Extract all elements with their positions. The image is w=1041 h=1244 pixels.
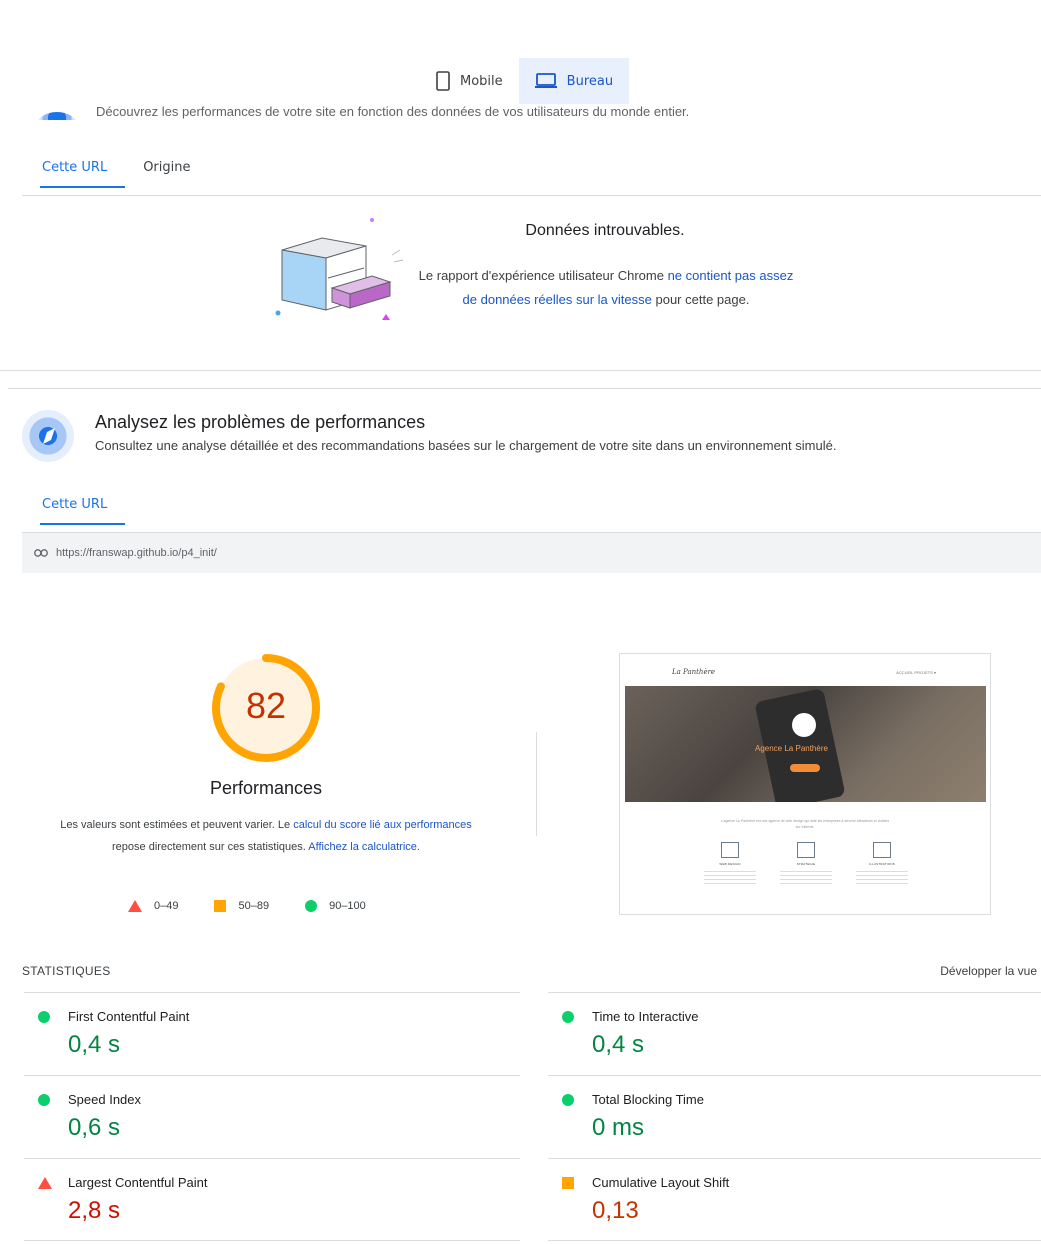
final-screenshot[interactable]: La Panthère ACCUEIL PROJETS ▾ Agence La … <box>619 653 991 915</box>
metric-value: 0,4 s <box>68 1031 121 1058</box>
performance-score: 82 <box>245 685 287 726</box>
triangle-icon <box>128 900 142 912</box>
preview-logo: La Panthère <box>672 668 716 676</box>
metric-value: 0,6 s <box>68 1114 121 1141</box>
metric-value: 0,4 s <box>592 1031 645 1058</box>
divider <box>0 370 1041 371</box>
square-icon <box>214 900 227 912</box>
desktop-label: Bureau <box>566 73 614 89</box>
divider <box>548 1240 1041 1241</box>
metric-name: First Contentful Paint <box>68 1009 190 1024</box>
circle-icon <box>305 900 318 912</box>
illustration-icon <box>873 842 891 858</box>
calculator-link[interactable]: Affichez la calculatrice. <box>308 841 420 853</box>
tested-url[interactable]: https://franswap.github.io/p4_init/ <box>56 547 217 559</box>
performance-description: Les valeurs sont estimées et peuvent var… <box>56 814 476 858</box>
mobile-button[interactable]: Mobile <box>420 58 519 104</box>
preview-column-text <box>780 871 832 885</box>
empty-drawer-illustration <box>275 218 404 320</box>
preview-column-title: STRATEGIE <box>796 862 816 866</box>
preview-menu: ACCUEIL PROJETS ▾ <box>896 670 936 675</box>
pass-circle-icon <box>38 1011 50 1023</box>
metric-total-blocking-time: Total Blocking Time 0 ms <box>548 1075 1041 1158</box>
legend-range: 90–100 <box>329 900 366 912</box>
web-design-icon <box>721 842 739 858</box>
desc-before: Les valeurs sont estimées et peuvent var… <box>60 819 294 831</box>
preview-panther-logo <box>792 713 816 737</box>
metric-name: Total Blocking Time <box>592 1092 704 1107</box>
metric-value: 2,8 s <box>68 1197 121 1224</box>
preview-column-text <box>704 871 756 885</box>
desktop-button[interactable]: Bureau <box>518 58 630 104</box>
statistics-heading: STATISTIQUES <box>22 964 111 978</box>
tested-url-bar: https://franswap.github.io/p4_init/ <box>22 533 1041 573</box>
pass-circle-icon <box>38 1094 50 1106</box>
preview-column: STRATEGIE <box>776 842 836 885</box>
legend-fail: 0–49 <box>128 900 178 912</box>
metric-speed-index: Speed Index 0,6 s <box>24 1075 520 1158</box>
lab-tabs: Cette URL <box>24 483 126 525</box>
preview-intro-text: L'agence La Panthère est une agence de w… <box>720 819 890 829</box>
tab-this-url[interactable]: Cette URL <box>24 146 126 188</box>
score-calculation-link[interactable]: calcul du score lié aux performances <box>293 819 472 831</box>
metric-name: Time to Interactive <box>592 1009 699 1024</box>
metric-name: Cumulative Layout Shift <box>592 1175 730 1190</box>
pass-circle-icon <box>562 1011 574 1023</box>
preview-column: WEB DESIGN <box>700 842 760 885</box>
preview-column-text <box>856 871 908 885</box>
performance-label: Performances <box>209 778 323 798</box>
average-square-icon <box>562 1177 574 1189</box>
metric-name: Largest Contentful Paint <box>68 1175 208 1190</box>
preview-navbar: La Panthère ACCUEIL PROJETS ▾ <box>620 654 990 686</box>
laptop-icon <box>534 73 557 88</box>
legend-range: 50–89 <box>238 900 270 912</box>
field-tabs: Cette URL Origine <box>24 146 209 188</box>
no-data-text-before: Le rapport d'expérience utilisateur Chro… <box>418 268 668 283</box>
field-data-header: Découvrez les performances de votre site… <box>26 100 826 120</box>
metric-cumulative-layout-shift: Cumulative Layout Shift 0,13 <box>548 1158 1041 1241</box>
metric-value: 0,13 <box>592 1197 639 1224</box>
pass-circle-icon <box>562 1094 574 1106</box>
tab-this-url[interactable]: Cette URL <box>24 483 126 525</box>
preview-column-title: WEB DESIGN <box>719 862 741 866</box>
divider <box>8 388 1041 389</box>
strategy-icon <box>797 842 815 858</box>
preview-column: ILLUSTRATIONS <box>852 842 912 885</box>
legend-average: 50–89 <box>214 900 269 912</box>
score-legend: 0–49 50–89 90–100 <box>128 900 366 912</box>
no-data-text-after: pour cette page. <box>651 292 750 307</box>
lab-title: Analysez les problèmes de performances <box>95 412 426 432</box>
legend-pass: 90–100 <box>305 900 366 912</box>
divider <box>24 1240 520 1241</box>
preview-column-title: ILLUSTRATIONS <box>869 862 895 866</box>
metric-value: 0 ms <box>592 1114 645 1141</box>
no-data-title: Données introuvables. <box>525 222 685 239</box>
preview-hero: Agence La Panthère <box>625 686 986 802</box>
legend-range: 0–49 <box>154 900 179 912</box>
desc-middle: repose directement sur ces statistiques. <box>112 841 309 853</box>
device-toggle: Mobile Bureau <box>420 58 630 104</box>
expand-view-toggle[interactable]: Développer la vue <box>940 964 1037 978</box>
lab-subtitle: Consultez une analyse détaillée et des r… <box>95 438 837 453</box>
preview-hero-title: Agence La Panthère <box>755 744 828 753</box>
tab-origin[interactable]: Origine <box>125 146 208 188</box>
lab-data-icon <box>22 410 74 462</box>
metric-largest-contentful-paint: Largest Contentful Paint 2,8 s <box>24 1158 520 1241</box>
fail-triangle-icon <box>38 1177 52 1189</box>
divider <box>22 195 1041 196</box>
vertical-divider <box>536 732 537 836</box>
link-icon <box>34 549 48 557</box>
field-data-icon <box>36 112 78 120</box>
mobile-label: Mobile <box>460 73 503 89</box>
metric-name: Speed Index <box>68 1092 142 1107</box>
field-data-subtitle: Découvrez les performances de votre site… <box>96 104 690 119</box>
metric-time-to-interactive: Time to Interactive 0,4 s <box>548 992 1041 1075</box>
phone-icon <box>436 71 450 91</box>
metric-first-contentful-paint: First Contentful Paint 0,4 s <box>24 992 520 1075</box>
preview-cta-button <box>790 764 820 772</box>
no-data-text: Le rapport d'expérience utilisateur Chro… <box>410 264 802 312</box>
